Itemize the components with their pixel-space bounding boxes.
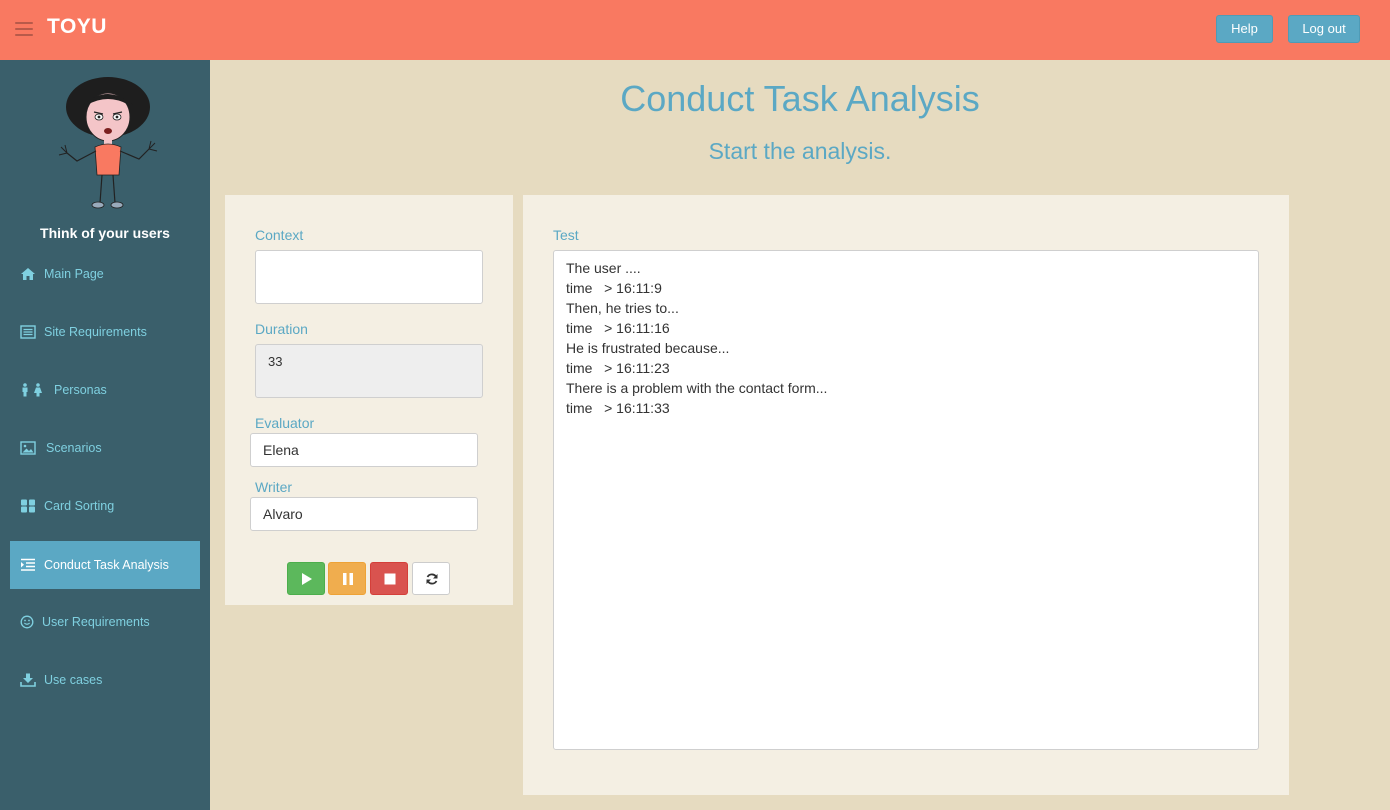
- page-title: Conduct Task Analysis: [620, 78, 980, 119]
- context-label: Context: [255, 227, 304, 243]
- sidebar-tagline: Think of your users: [40, 225, 170, 241]
- sidebar: Think of your users Main Page Site Requi…: [0, 60, 210, 810]
- top-bar: TOYU Help Log out: [0, 0, 1390, 60]
- download-icon: [20, 673, 36, 687]
- picture-icon: [20, 441, 36, 455]
- log-line: time > 16:11:23: [566, 360, 670, 376]
- test-log-textarea[interactable]: The user .... time > 16:11:9 Then, he tr…: [553, 250, 1259, 750]
- evaluator-label: Evaluator: [255, 415, 315, 431]
- stop-icon: [384, 573, 396, 585]
- stop-button[interactable]: [370, 562, 408, 595]
- home-icon: [21, 268, 35, 280]
- sidebar-item-main-page[interactable]: Main Page: [10, 250, 200, 298]
- menu-icon[interactable]: [15, 22, 33, 36]
- sidebar-item-conduct-task-analysis[interactable]: Conduct Task Analysis: [10, 541, 200, 589]
- sidebar-item-label: Scenarios: [46, 441, 102, 455]
- play-icon: [302, 573, 312, 585]
- list-icon: [20, 325, 36, 339]
- sidebar-item-label: Conduct Task Analysis: [44, 558, 169, 572]
- log-line: He is frustrated because...: [566, 340, 730, 356]
- log-line: There is a problem with the contact form…: [566, 380, 828, 396]
- sidebar-item-label: User Requirements: [42, 615, 150, 629]
- context-field[interactable]: [255, 250, 483, 304]
- smile-icon: [20, 615, 34, 629]
- personas-icon: [22, 383, 42, 397]
- sidebar-item-label: Personas: [54, 383, 107, 397]
- play-button[interactable]: [287, 562, 325, 595]
- pause-icon: [343, 573, 353, 585]
- refresh-button[interactable]: [412, 562, 450, 595]
- sidebar-item-label: Main Page: [44, 267, 104, 281]
- test-label: Test: [553, 227, 579, 243]
- sidebar-item-use-cases[interactable]: Use cases: [10, 656, 200, 704]
- grid-icon: [21, 499, 35, 513]
- sidebar-item-card-sorting[interactable]: Card Sorting: [10, 482, 200, 530]
- log-line: Then, he tries to...: [566, 300, 679, 316]
- avatar: [58, 77, 158, 209]
- sidebar-item-user-requirements[interactable]: User Requirements: [10, 598, 200, 646]
- sidebar-item-scenarios[interactable]: Scenarios: [10, 424, 200, 472]
- writer-label: Writer: [255, 479, 293, 495]
- refresh-icon: [426, 573, 438, 585]
- duration-field[interactable]: 33: [255, 344, 483, 398]
- logout-button[interactable]: Log out: [1288, 15, 1360, 43]
- sidebar-item-personas[interactable]: Personas: [10, 366, 200, 414]
- writer-field[interactable]: Alvaro: [250, 497, 478, 531]
- log-line: The user ....: [566, 260, 641, 276]
- evaluator-field[interactable]: Elena: [250, 433, 478, 467]
- duration-label: Duration: [255, 321, 308, 337]
- sidebar-item-label: Site Requirements: [44, 325, 147, 339]
- pause-button[interactable]: [328, 562, 366, 595]
- log-line: time > 16:11:9: [566, 280, 662, 296]
- log-line: time > 16:11:16: [566, 320, 670, 336]
- sidebar-item-site-requirements[interactable]: Site Requirements: [10, 308, 200, 356]
- sidebar-item-label: Card Sorting: [44, 499, 115, 513]
- sidebar-item-label: Use cases: [44, 673, 103, 687]
- page-subtitle: Start the analysis.: [708, 138, 892, 164]
- log-line: time > 16:11:33: [566, 400, 670, 416]
- brand-logo[interactable]: TOYU: [47, 15, 107, 39]
- help-button[interactable]: Help: [1216, 15, 1273, 43]
- indent-icon: [21, 558, 35, 571]
